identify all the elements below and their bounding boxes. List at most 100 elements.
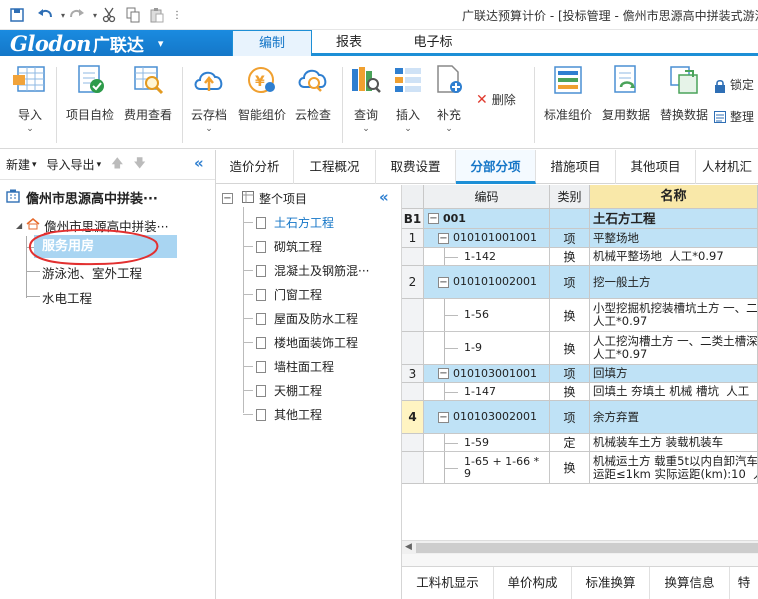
tab-section-items[interactable]: 分部分项: [456, 150, 536, 184]
cell-name[interactable]: 平整场地: [590, 229, 758, 247]
table-row[interactable]: 1-9 换人工挖沟槽土方 一、二类土槽深 人工*0.97: [402, 332, 758, 365]
collapse-minus-icon[interactable]: −: [222, 193, 233, 204]
section-tree-item[interactable]: 门窗工程: [256, 286, 322, 303]
new-button[interactable]: 新建 ▾: [6, 156, 37, 173]
tab-fee-settings[interactable]: 取费设置: [376, 150, 456, 184]
cloud-check-button[interactable]: 云检查: [292, 63, 334, 123]
self-check-button[interactable]: 项目自检: [62, 63, 118, 123]
tab-unit-price[interactable]: 单价构成: [494, 567, 572, 599]
section-tree-item[interactable]: 墙柱面工程: [256, 358, 334, 375]
lock-button[interactable]: 锁定: [714, 76, 754, 93]
replace-data-button[interactable]: 替换数据: [656, 63, 712, 123]
horizontal-scrollbar[interactable]: ◀: [402, 540, 758, 554]
section-tree-item[interactable]: 混凝土及钢筋混···: [256, 262, 369, 279]
cell-type[interactable]: 换: [550, 383, 590, 400]
collapse-mid-icon[interactable]: «: [379, 188, 389, 206]
cell-code[interactable]: −001: [424, 209, 550, 228]
section-tree-item[interactable]: 砌筑工程: [256, 238, 322, 255]
collapse-minus-icon[interactable]: −: [428, 213, 439, 224]
tab-other-items[interactable]: 其他项目: [616, 150, 696, 184]
fee-view-button[interactable]: 费用查看: [120, 63, 176, 123]
section-tree-item[interactable]: 楼地面装饰工程: [256, 334, 358, 351]
query-button[interactable]: 查询 ⌄: [348, 63, 384, 134]
organize-button[interactable]: 整理: [714, 108, 754, 125]
standard-price-button[interactable]: 标准组价: [540, 63, 596, 123]
cell-code[interactable]: 1-142: [424, 248, 550, 265]
table-row[interactable]: 1-65 + 1-66 * 9 换机械运土方 载重5t以内自卸汽车 运距≤1km …: [402, 452, 758, 484]
redo-icon[interactable]: [68, 6, 86, 24]
table-row[interactable]: 1-147 换回填土 夯填土 机械 槽坑 人工: [402, 383, 758, 401]
cell-type[interactable]: [550, 209, 590, 228]
collapse-left-icon[interactable]: «: [194, 154, 204, 172]
copy-icon[interactable]: [124, 6, 142, 24]
cell-code[interactable]: 1-59: [424, 434, 550, 451]
scroll-left-icon[interactable]: ◀: [405, 542, 412, 552]
table-row[interactable]: 1-59 定机械装车土方 装载机装车: [402, 434, 758, 452]
save-icon[interactable]: [8, 6, 26, 24]
reuse-data-button[interactable]: 复用数据: [598, 63, 654, 123]
col-header-name[interactable]: 名称: [590, 185, 758, 209]
tree-item-pool-outdoor[interactable]: 游泳池、室外工程: [42, 263, 142, 282]
col-header-code[interactable]: 编码: [424, 185, 550, 209]
section-tree-root[interactable]: − 整个项目: [222, 190, 307, 207]
project-root-node[interactable]: 儋州市思源高中拼装···: [6, 188, 158, 207]
tab-conversion-info[interactable]: 换算信息: [650, 567, 730, 599]
cut-icon[interactable]: [100, 6, 118, 24]
collapse-minus-icon[interactable]: −: [438, 276, 449, 288]
cell-type[interactable]: 项: [550, 401, 590, 433]
table-row[interactable]: 1-56 换小型挖掘机挖装槽坑土方 一、二 人工*0.97: [402, 299, 758, 332]
cell-code[interactable]: −010101001001: [424, 229, 550, 247]
cell-name[interactable]: 机械运土方 载重5t以内自卸汽车 运距≤1km 实际运距(km):10 人: [590, 452, 758, 483]
scroll-thumb[interactable]: [416, 543, 758, 553]
import-export-button[interactable]: 导入导出 ▾: [47, 156, 102, 173]
tab-cost-analysis[interactable]: 造价分析: [216, 150, 294, 184]
tab-measure-items[interactable]: 措施项目: [536, 150, 616, 184]
tree-item-plumbing-electrical[interactable]: 水电工程: [42, 288, 92, 307]
cell-name[interactable]: 小型挖掘机挖装槽坑土方 一、二 人工*0.97: [590, 299, 758, 331]
section-tree-item[interactable]: 天棚工程: [256, 382, 322, 399]
cloud-save-button[interactable]: 云存档 ⌄: [188, 63, 230, 134]
cell-code[interactable]: −010101002001: [424, 266, 550, 298]
undo-icon[interactable]: [36, 6, 54, 24]
section-tree-item[interactable]: 土石方工程: [256, 214, 334, 231]
cell-code[interactable]: −010103001001: [424, 365, 550, 382]
cell-code[interactable]: 1-9: [424, 332, 550, 364]
move-down-icon[interactable]: 🡇: [133, 154, 145, 175]
table-row[interactable]: 1−010101001001 项平整场地: [402, 229, 758, 248]
cell-name[interactable]: 回填土 夯填土 机械 槽坑 人工: [590, 383, 758, 400]
section-tree-item[interactable]: 屋面及防水工程: [256, 310, 358, 327]
cell-type[interactable]: 换: [550, 452, 590, 483]
paste-icon[interactable]: [148, 6, 166, 24]
cell-type[interactable]: 项: [550, 365, 590, 382]
tab-electronic-bid[interactable]: 电子标: [400, 30, 466, 56]
supplement-button[interactable]: 补充 ⌄: [430, 63, 468, 134]
insert-button[interactable]: 插入 ⌄: [390, 63, 426, 134]
import-button[interactable]: 导入 ⌄: [10, 63, 50, 134]
cell-name[interactable]: 余方弃置: [590, 401, 758, 433]
cell-code[interactable]: −010103002001: [424, 401, 550, 433]
cell-type[interactable]: 换: [550, 248, 590, 265]
collapse-minus-icon[interactable]: −: [438, 411, 449, 423]
cell-name[interactable]: 机械装车土方 装载机装车: [590, 434, 758, 451]
cell-type[interactable]: 定: [550, 434, 590, 451]
tab-standard-conversion[interactable]: 标准换算: [572, 567, 650, 599]
smart-price-button[interactable]: ¥ 智能组价: [234, 63, 290, 123]
collapse-minus-icon[interactable]: −: [438, 368, 449, 379]
col-header-type[interactable]: 类别: [550, 185, 590, 209]
table-row[interactable]: 1-142 换机械平整场地 人工*0.97: [402, 248, 758, 266]
cell-type[interactable]: 换: [550, 332, 590, 364]
tab-material-display[interactable]: 工料机显示: [402, 567, 494, 599]
app-menu-button[interactable]: Glodon 广联达 ▾: [0, 30, 232, 56]
tab-labor-material[interactable]: 人材机汇: [696, 150, 758, 184]
cell-type[interactable]: 项: [550, 266, 590, 298]
cell-code[interactable]: 1-147: [424, 383, 550, 400]
cell-type[interactable]: 换: [550, 299, 590, 331]
cell-name[interactable]: 土石方工程: [590, 209, 758, 228]
delete-button[interactable]: ✕ 删除: [476, 91, 516, 108]
tab-report[interactable]: 报表: [318, 30, 380, 56]
tab-project-overview[interactable]: 工程概况: [294, 150, 376, 184]
section-tree-item[interactable]: 其他工程: [256, 406, 322, 423]
more-icon[interactable]: ⋮: [168, 6, 186, 24]
cell-code[interactable]: 1-56: [424, 299, 550, 331]
table-row[interactable]: 2−010101002001 项挖一般土方: [402, 266, 758, 299]
